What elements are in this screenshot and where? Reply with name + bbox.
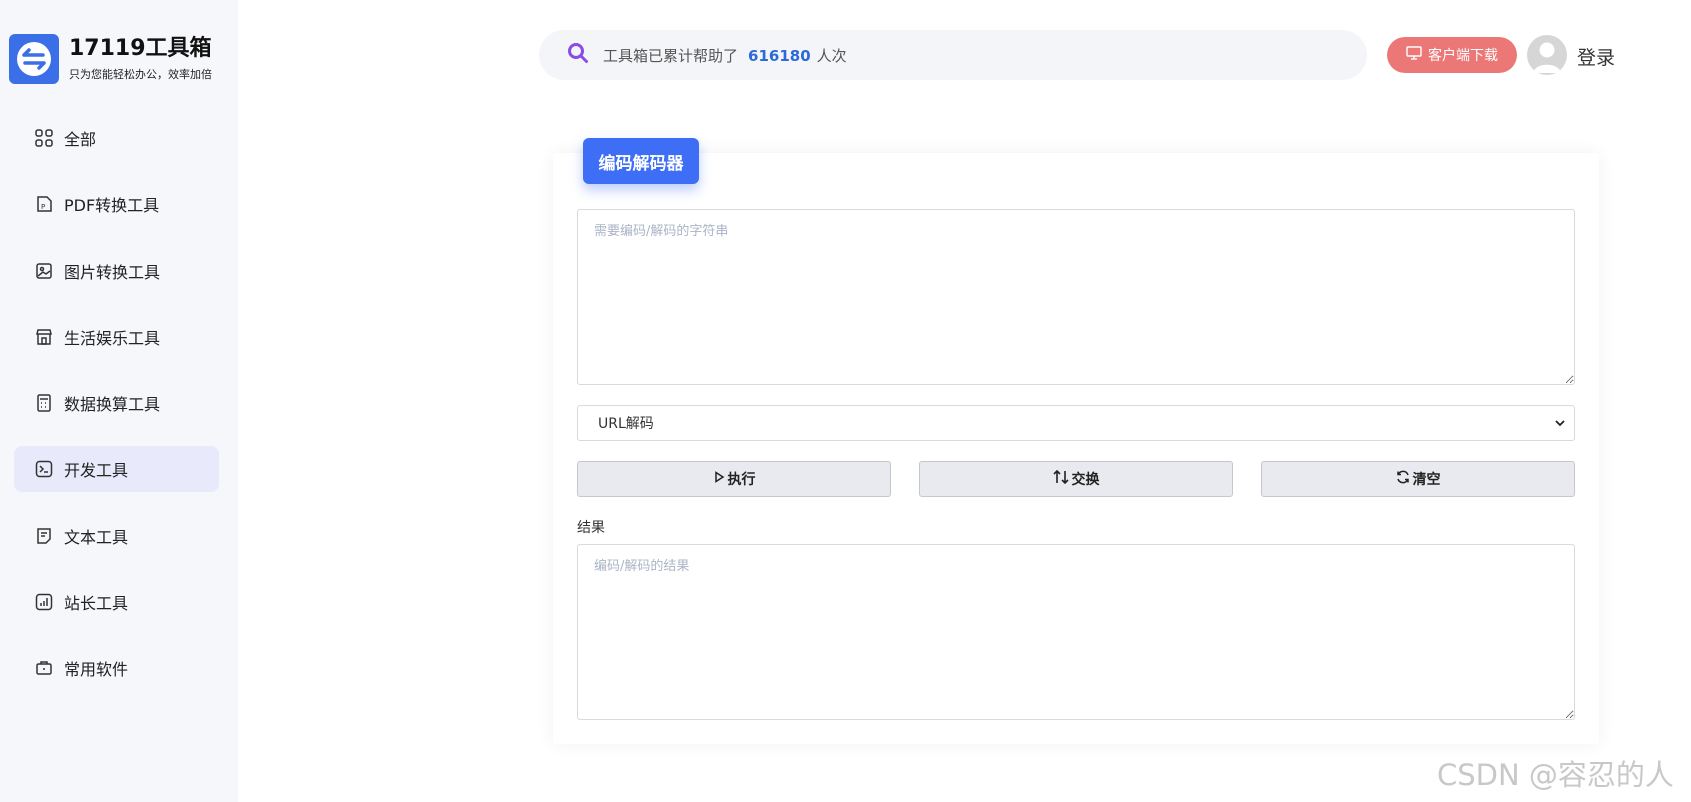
logo[interactable]: 17119工具箱 只为您能轻松办公，效率加倍: [9, 34, 212, 84]
clear-button-label: 清空: [1412, 472, 1441, 488]
stats-prefix: 工具箱已累计帮助了: [603, 46, 739, 65]
stats-suffix: 人次: [816, 46, 847, 65]
svg-text:P: P: [41, 203, 45, 211]
sidebar-item-webmaster[interactable]: 站长工具: [14, 579, 219, 625]
sidebar-item-image[interactable]: 图片转换工具: [14, 248, 219, 294]
play-icon: [713, 471, 728, 487]
logo-title: 17119工具箱: [69, 36, 212, 61]
sidebar-item-pdf[interactable]: P PDF转换工具: [14, 181, 219, 227]
swap-button[interactable]: 交换: [919, 461, 1233, 497]
sidebar-item-label: PDF转换工具: [64, 196, 160, 216]
sidebar-item-label: 生活娱乐工具: [64, 328, 161, 348]
chart-icon: [34, 592, 54, 612]
sidebar-item-label: 文本工具: [64, 527, 129, 547]
input-textarea[interactable]: [577, 209, 1575, 385]
logo-subtitle: 只为您能轻松办公，效率加倍: [69, 68, 212, 81]
watermark: CSDN @容忍的人: [1437, 758, 1674, 792]
swap-arrows-icon: [9, 34, 59, 84]
sidebar-item-dev[interactable]: 开发工具: [14, 446, 219, 493]
sidebar-item-text[interactable]: 文本工具: [14, 513, 219, 559]
sidebar-item-label: 全部: [64, 130, 97, 149]
document-icon: [34, 526, 54, 546]
run-button-label: 执行: [727, 472, 756, 488]
sidebar-item-label: 站长工具: [64, 594, 129, 614]
terminal-icon: [34, 459, 54, 479]
output-textarea[interactable]: [577, 544, 1575, 720]
result-label: 结果: [577, 520, 605, 536]
briefcase-icon: [34, 658, 54, 678]
avatar[interactable]: [1527, 35, 1567, 75]
sidebar-item-data[interactable]: 数据换算工具: [14, 380, 219, 426]
sidebar-item-label: 数据换算工具: [64, 395, 161, 415]
mode-select[interactable]: URL解码: [577, 405, 1575, 441]
calculator-icon: [34, 393, 54, 413]
sidebar-item-life[interactable]: 生活娱乐工具: [14, 314, 219, 360]
sidebar-nav: 全部 P PDF转换工具 图片转换工具 生活娱乐工具 数据换算工具 开发工具 文…: [14, 115, 219, 712]
swap-button-label: 交换: [1071, 472, 1100, 488]
sidebar-item-all[interactable]: 全部: [14, 115, 219, 161]
grid-icon: [34, 128, 54, 148]
image-icon: [34, 261, 54, 281]
tool-title-tab: 编码解码器: [583, 138, 699, 184]
login-link[interactable]: 登录: [1577, 43, 1615, 70]
sidebar-item-label: 常用软件: [64, 660, 129, 680]
download-client-button[interactable]: 客户端下载: [1387, 37, 1517, 73]
monitor-icon: [1406, 46, 1428, 64]
sidebar-item-label: 开发工具: [64, 461, 129, 481]
swap-vertical-icon: [1052, 469, 1072, 488]
stats-search-bar[interactable]: 工具箱已累计帮助了 616180 人次: [539, 30, 1367, 80]
run-button[interactable]: 执行: [577, 461, 891, 497]
sidebar-item-label: 图片转换工具: [64, 262, 161, 282]
pdf-icon: P: [34, 194, 54, 214]
search-icon: [567, 42, 589, 68]
clear-button[interactable]: 清空: [1261, 461, 1575, 497]
store-icon: [34, 327, 54, 347]
download-client-label: 客户端下载: [1428, 48, 1498, 64]
sidebar: 17119工具箱 只为您能轻松办公，效率加倍 全部 P PDF转换工具 图片转换…: [0, 0, 238, 802]
user-icon: [1533, 42, 1561, 73]
sidebar-item-software[interactable]: 常用软件: [14, 645, 219, 691]
refresh-icon: [1396, 470, 1413, 488]
stats-count: 616180: [748, 46, 811, 65]
chevron-down-icon: [1554, 417, 1566, 433]
mode-select-value: URL解码: [598, 416, 654, 432]
